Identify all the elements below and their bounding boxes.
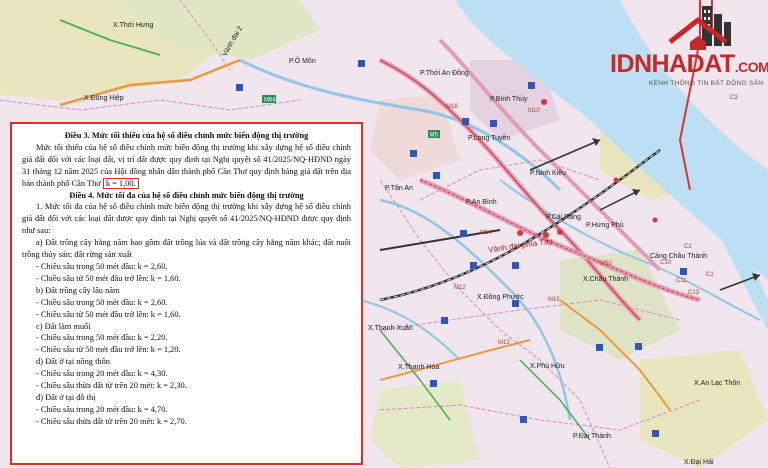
item-d-line-2: - Chiều sâu thừa đất từ trên 20 mét: k =…: [36, 381, 187, 391]
map-label-dai-hai: X.Đại Hải: [684, 459, 714, 466]
map-label-dong-phuoc: X.Đông Phước: [477, 294, 524, 301]
item-c-title: c) Đất làm muối: [36, 321, 91, 331]
map-label-thanh-xuan: X.Thạnh Xuân: [368, 325, 413, 332]
article-4-title: Điều 4. Mức tối đa của hệ số điều chỉnh …: [69, 190, 304, 200]
logo-wordmark: IDNHADAT.COM: [610, 50, 768, 78]
map-label-chau-thanh: X.Châu Thành: [583, 276, 629, 283]
map-label-thoi-hung: X.Thới Hưng: [113, 22, 154, 29]
road-code: M12: [454, 285, 466, 291]
map-label-cai-rang: P.Cái Răng: [546, 214, 581, 221]
road-code: M14: [480, 230, 492, 236]
map-label-ninh-kieu: P.Ninh Kiều: [530, 170, 567, 177]
regulation-excerpt: Điều 3. Mức tối thiểu của hệ số điều chỉ…: [10, 122, 363, 465]
article-3-body: Mức tối thiểu của hệ số điều chỉnh mức b…: [22, 142, 351, 189]
map-label-cang-chau-thanh: Cảng Châu Thành: [650, 253, 708, 260]
road-code: C13: [688, 290, 700, 296]
item-dd-title: đ) Đất ở tại đô thị: [36, 392, 96, 402]
map-label-o-mon: P.Ô Môn: [289, 58, 316, 65]
map-label-binh-thuy: P.Bình Thủy: [490, 96, 528, 103]
map-label-long-tuyen: P.Long Tuyền: [468, 135, 511, 142]
road-code: C3: [730, 95, 738, 101]
item-d-title: d) Đất ở tại nông thôn: [36, 357, 110, 367]
map-label-hung-phu: P.Hưng Phú: [586, 222, 624, 229]
item-dd-line-2: - Chiều sâu thừa đất từ trên 20 mét: k =…: [36, 416, 187, 426]
svg-text:M64: M64: [264, 98, 276, 104]
item-a-line-1: - Chiều sâu trong 50 mét đầu: k = 2,60.: [36, 261, 168, 271]
article-4-intro: 1. Mức tối đa của hệ số điều chỉnh mức b…: [22, 202, 351, 236]
logo-tagline: KÊNH THÔNG TIN BẤT ĐỘNG SẢN: [649, 80, 764, 87]
map-label-thoi-an-dong: P.Thới An Đông: [420, 70, 469, 77]
road-code: C2: [684, 244, 692, 250]
item-a-title: a) Đất trồng cây hằng năm bao gồm đất tr…: [22, 238, 351, 260]
article-3-title: Điều 3. Mức tối thiểu của hệ số điều chỉ…: [64, 131, 309, 140]
map-label-an-lac-thon: X.An Lạc Thôn: [694, 380, 741, 387]
road-code: M16: [446, 104, 458, 110]
item-a-line-2: - Chiều sâu từ 50 mét đầu trở lên: k = 1…: [36, 273, 181, 283]
item-dd-line-1: - Chiều sâu trong 20 mét đầu: k = 4,70.: [36, 404, 168, 414]
item-b-line-1: - Chiều sâu trong 50 mét đầu: k = 2,60.: [36, 297, 168, 307]
item-b-line-2: - Chiều sâu từ 50 mét đầu trở lên: k = 1…: [36, 309, 181, 319]
map-label-an-binh: P.An Bình: [466, 199, 497, 206]
road-code: M10: [528, 108, 540, 114]
map-label-thanh-hoa: X.Thạnh Hòa: [398, 364, 440, 371]
map-label-phu-huu: X.Phú Hữu: [530, 363, 565, 370]
item-b-title: b) Đất trồng cây lâu năm: [36, 285, 120, 295]
item-c-line-2: - Chiều sâu từ 50 mét đầu trở lên: k = 1…: [36, 345, 181, 355]
road-code: C10: [660, 260, 672, 266]
road-code: M13: [498, 340, 510, 346]
article-3-k-value: k = 1,00.: [102, 177, 139, 189]
road-code: M50: [600, 261, 612, 267]
road-code: M15: [548, 297, 560, 303]
map-label-dai-thanh: P.Đại Thành: [573, 433, 611, 440]
map-label-dong-hiep: X.Đông Hiệp: [84, 95, 124, 102]
svg-text:M5: M5: [430, 133, 439, 139]
road-code: C11: [676, 278, 687, 284]
item-c-line-1: - Chiều sâu trong 50 mét đầu: k = 2,20.: [36, 333, 168, 343]
map-label-tan-an: P.Tân An: [385, 185, 413, 192]
road-code: C1: [706, 272, 714, 278]
item-d-line-1: - Chiều sâu trong 20 mét đầu: k = 4,30.: [36, 369, 168, 379]
